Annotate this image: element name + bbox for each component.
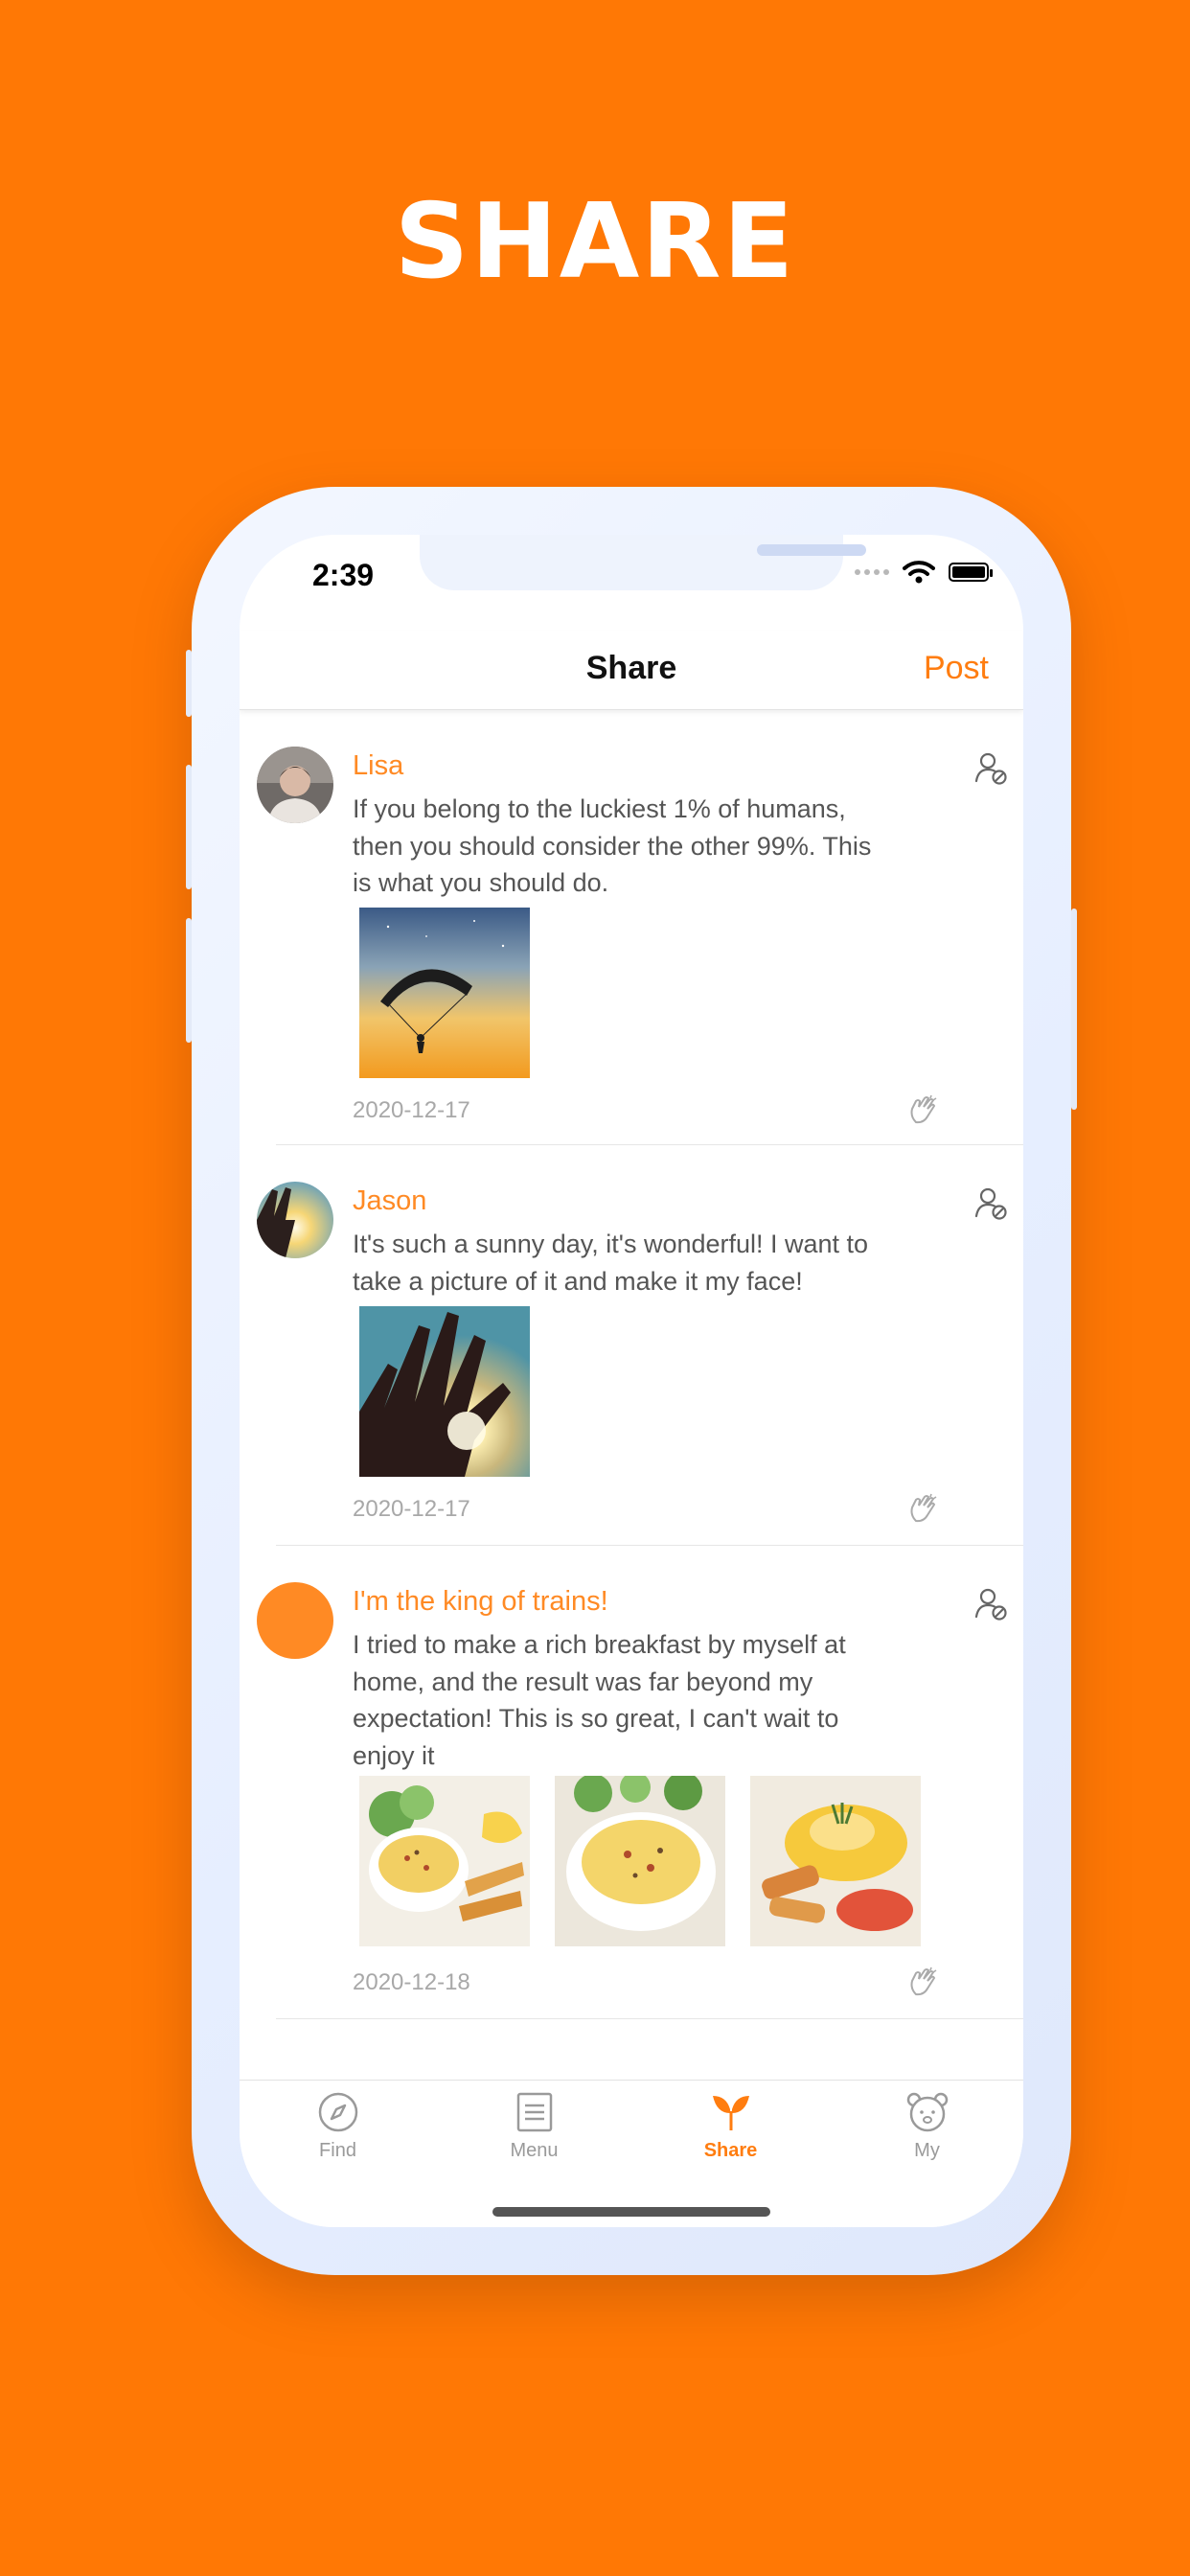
tab-label: My <box>914 2140 940 2161</box>
post-text-line: I tried to make a rich breakfast by myse… <box>353 1630 846 1659</box>
tab-bar: Find Menu Share My <box>240 2080 1023 2227</box>
post-text-line: take a picture of it and make it my face… <box>353 1266 803 1296</box>
share-feed[interactable]: Lisa If you belong to the luckiest 1% of… <box>240 710 1023 2019</box>
post-text-line: expectation! This is so great, I can't w… <box>353 1704 839 1733</box>
phone-power-button <box>1071 908 1077 1110</box>
post-text-line: It's such a sunny day, it's wonderful! I… <box>353 1230 869 1258</box>
phone-volume-down <box>186 918 192 1043</box>
avatar[interactable] <box>257 747 333 823</box>
page-title: Share <box>585 650 677 686</box>
post-photo[interactable] <box>555 1776 725 1946</box>
bear-face-icon <box>906 2092 948 2132</box>
post-date: 2020-12-17 <box>353 1496 470 1522</box>
battery-icon <box>949 563 993 582</box>
feed-post: I'm the king of trains! I tried to make … <box>240 1546 1023 2019</box>
compass-icon <box>318 2092 357 2132</box>
post-text: It's such a sunny day, it's wonderful! I… <box>353 1226 937 1300</box>
post-author[interactable]: I'm the king of trains! <box>353 1586 608 1618</box>
phone-volume-up <box>186 765 192 889</box>
post-date: 2020-12-18 <box>353 1969 470 1995</box>
post-text: If you belong to the luckiest 1% of huma… <box>353 791 937 902</box>
post-author[interactable]: Jason <box>353 1185 426 1217</box>
post-text: I tried to make a rich breakfast by myse… <box>353 1626 937 1774</box>
speaker-grille <box>757 544 866 556</box>
phone-frame: 2:39 Share Post Lisa If you belong to th… <box>186 487 1077 2275</box>
post-photo[interactable] <box>359 1306 530 1477</box>
wifi-icon <box>903 561 935 584</box>
tab-find[interactable]: Find <box>240 2090 436 2162</box>
applause-icon[interactable] <box>906 1093 939 1126</box>
post-photo[interactable] <box>359 1776 530 1946</box>
applause-icon[interactable] <box>906 1492 939 1525</box>
post-text-line: home, and the result was far beyond my <box>353 1667 813 1696</box>
phone-side-button <box>186 650 192 717</box>
feed-post: Lisa If you belong to the luckiest 1% of… <box>240 710 1023 1145</box>
post-text-line: If you belong to the luckiest 1% of huma… <box>353 794 846 823</box>
tab-share[interactable]: Share <box>632 2090 829 2162</box>
post-photo[interactable] <box>359 908 530 1078</box>
phone-screen: 2:39 Share Post Lisa If you belong to th… <box>240 535 1023 2227</box>
post-text-line: then you should consider the other 99%. … <box>353 831 872 861</box>
tab-my[interactable]: My <box>829 2090 1023 2162</box>
tab-menu[interactable]: Menu <box>436 2090 632 2162</box>
status-time: 2:39 <box>312 558 375 592</box>
feed-post: Jason It's such a sunny day, it's wonder… <box>240 1145 1023 1546</box>
post-date: 2020-12-17 <box>353 1097 470 1123</box>
hero-title: SHARE <box>394 182 796 302</box>
home-indicator[interactable] <box>492 2207 770 2217</box>
post-text-line: is what you should do. <box>353 868 609 897</box>
menu-document-icon <box>516 2092 552 2132</box>
avatar[interactable] <box>257 1182 333 1258</box>
tab-label: Share <box>703 2140 758 2161</box>
status-icons <box>855 560 993 585</box>
navigation-bar: Share Post <box>240 631 1023 710</box>
follow-user-icon[interactable] <box>973 1185 1010 1222</box>
tab-label: Find <box>319 2140 356 2161</box>
follow-user-icon[interactable] <box>973 1586 1010 1622</box>
applause-icon[interactable] <box>906 1966 939 1998</box>
notch <box>420 535 866 590</box>
avatar[interactable] <box>257 1582 333 1659</box>
cellular-signal-icon <box>855 569 889 575</box>
post-author[interactable]: Lisa <box>353 750 403 782</box>
sprout-icon <box>712 2096 749 2130</box>
post-button[interactable]: Post <box>924 650 989 687</box>
follow-user-icon[interactable] <box>973 750 1010 787</box>
post-photo[interactable] <box>750 1776 921 1946</box>
post-divider <box>276 2018 1023 2019</box>
post-text-line: enjoy it <box>353 1740 435 1770</box>
tab-label: Menu <box>510 2140 559 2161</box>
